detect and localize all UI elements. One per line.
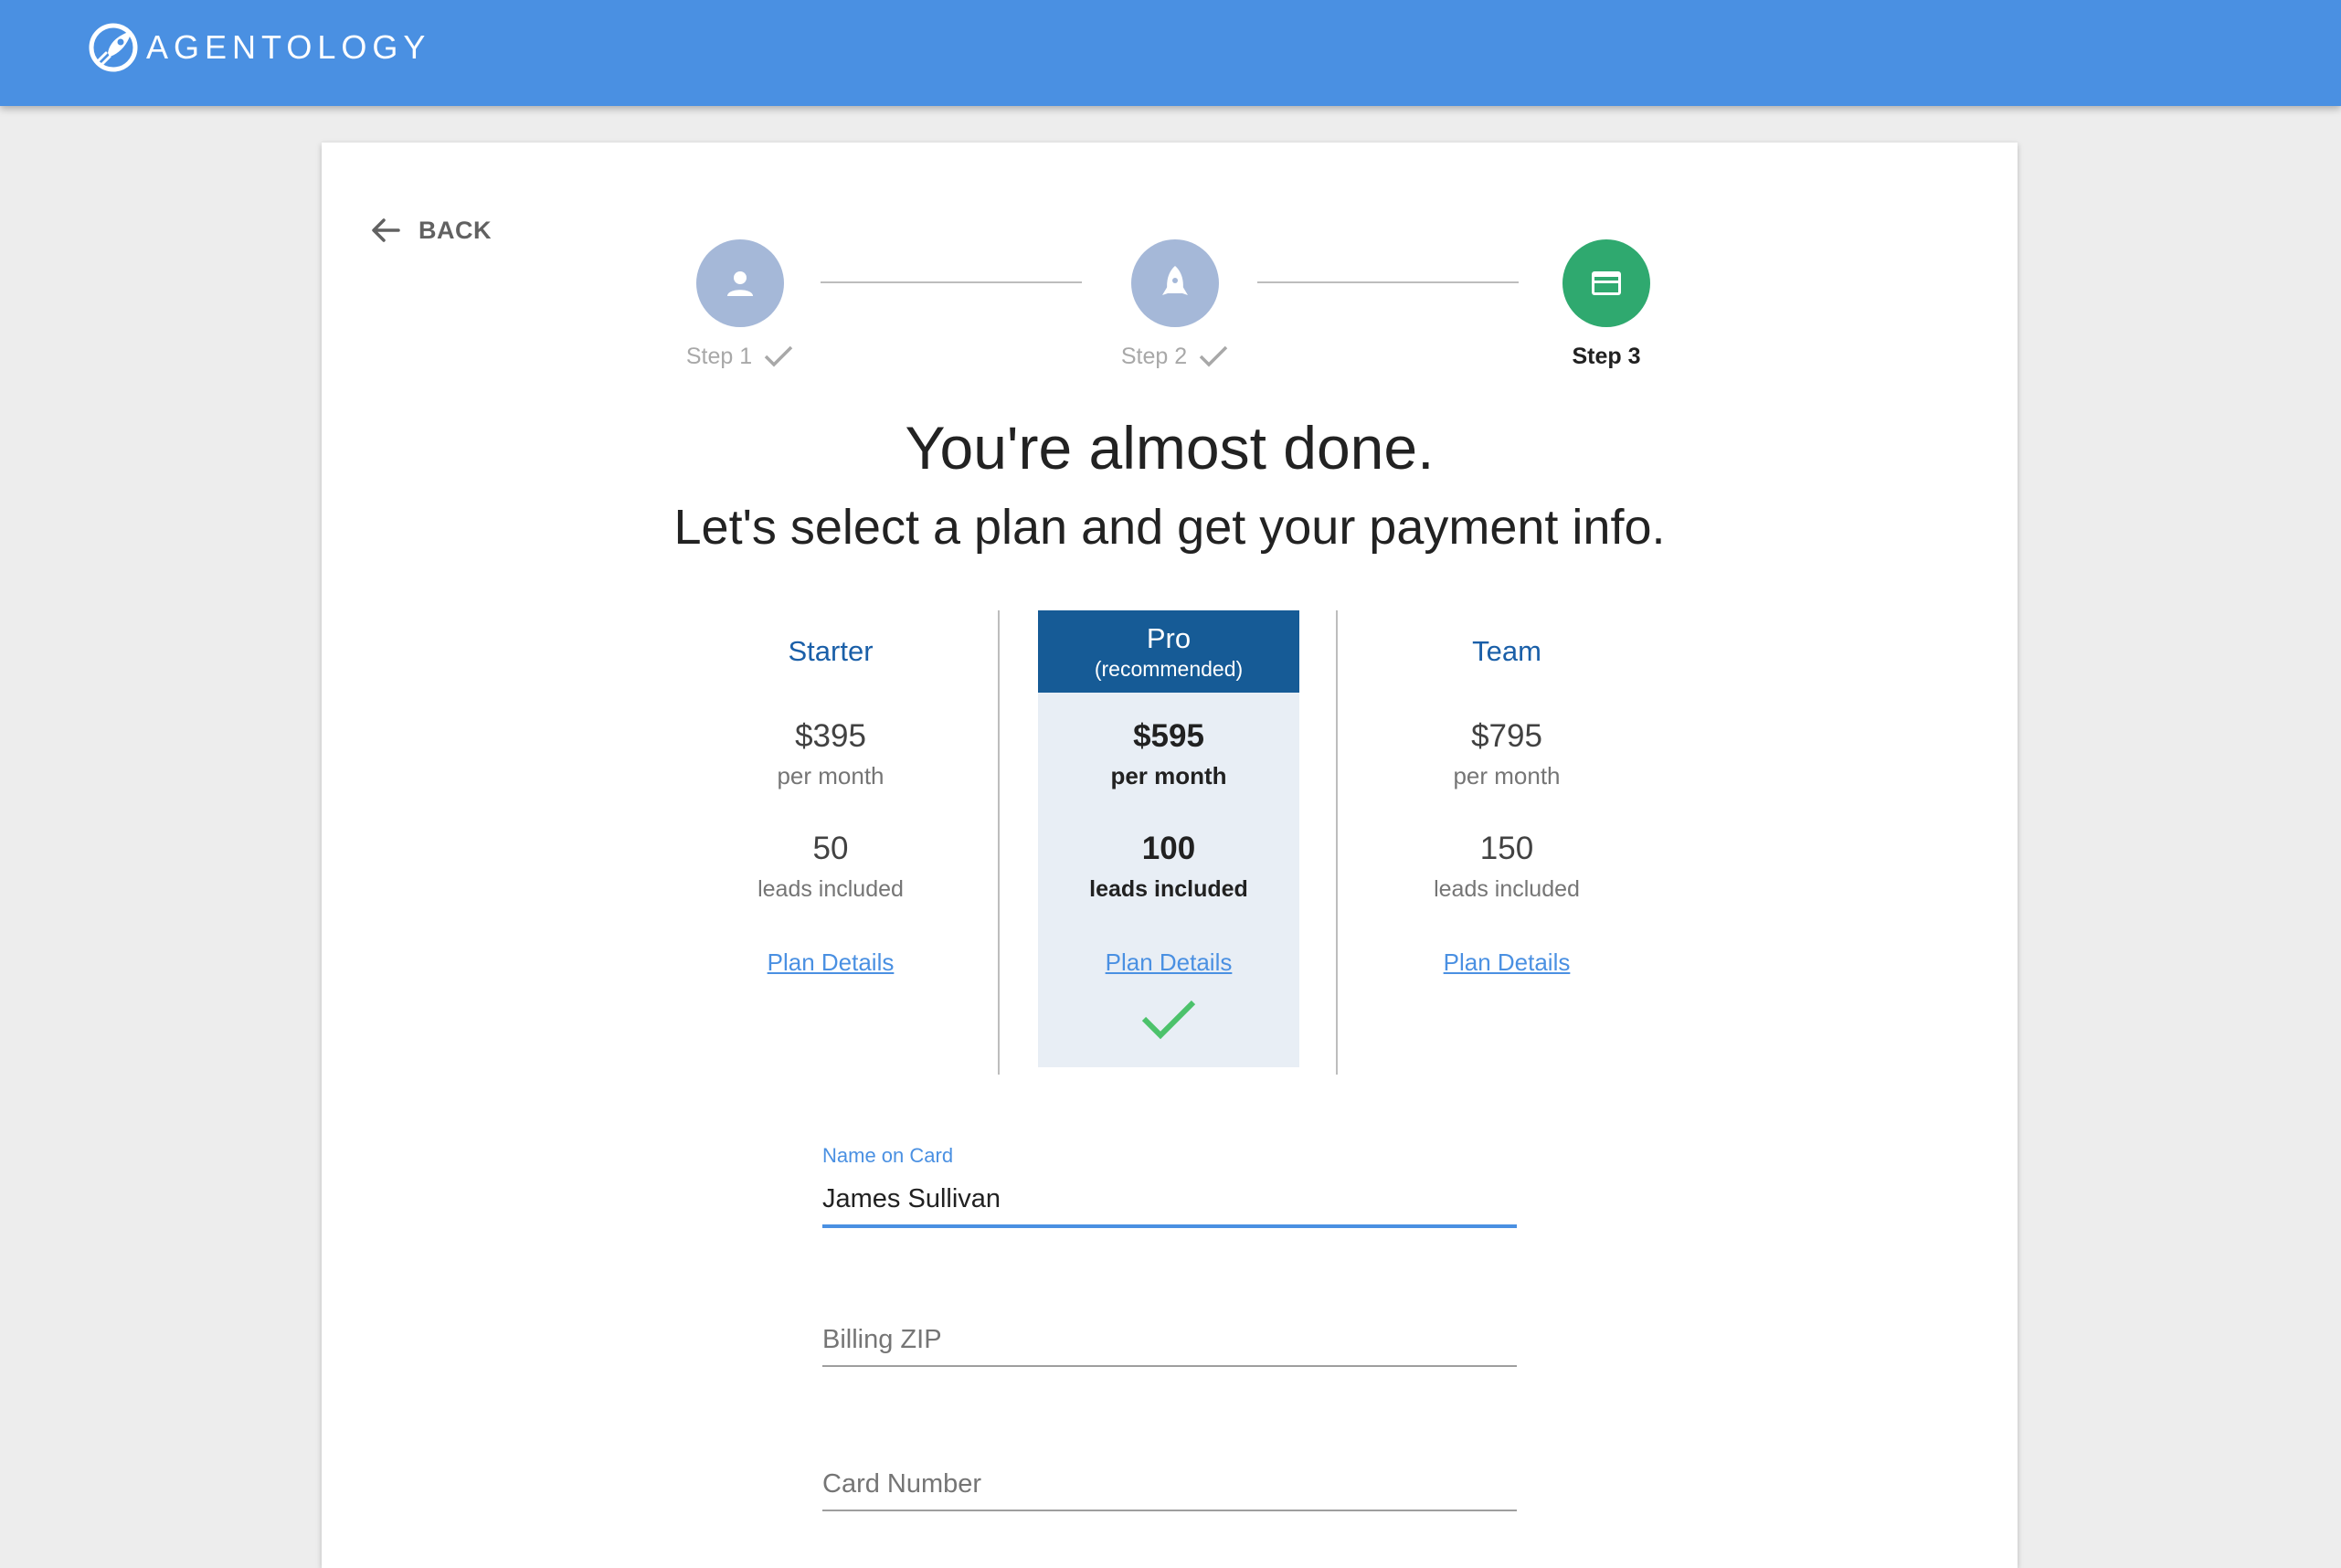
rocket-icon — [1162, 266, 1188, 295]
plan-card-starter[interactable]: Starter $395 per month 50 leads included… — [700, 610, 961, 1067]
step-1-label: Step 1 — [685, 343, 753, 369]
field-underline — [822, 1224, 1517, 1228]
plan-card-team[interactable]: Team $795 per month 150 leads included P… — [1376, 610, 1637, 1067]
name-on-card-label: Name on Card — [822, 1144, 954, 1167]
plan-name: Team — [1472, 635, 1541, 667]
plan-divider — [1336, 610, 1338, 1075]
plan-leads: 100 — [1141, 831, 1196, 866]
plan-details-link[interactable]: Plan Details — [1444, 948, 1571, 977]
name-on-card-field[interactable]: Name on Card — [822, 1144, 1517, 1228]
page-title: You're almost done. — [905, 414, 1435, 482]
plan-leads-label: leads included — [1089, 876, 1248, 902]
billing-zip-input[interactable] — [822, 1321, 1517, 1358]
billing-zip-field[interactable] — [822, 1321, 1517, 1367]
plan-period: per month — [1453, 762, 1561, 789]
plan-leads-label: leads included — [1434, 876, 1580, 902]
card-number-input[interactable] — [822, 1466, 1517, 1502]
selected-checkmark-icon — [1141, 1000, 1196, 1040]
plan-leads-label: leads included — [757, 876, 904, 902]
checkmark-icon — [1199, 345, 1228, 367]
step-connector-1 — [821, 281, 1082, 283]
plan-details-link[interactable]: Plan Details — [1106, 948, 1233, 977]
back-label: BACK — [418, 216, 492, 244]
plan-name: Pro — [1146, 621, 1192, 654]
step-1: Step 1 — [678, 239, 802, 375]
plan-leads: 150 — [1479, 831, 1534, 866]
recommended-tag: (recommended) — [1094, 656, 1244, 681]
step-2-label: Step 2 — [1120, 343, 1188, 369]
signup-card: BACK Step 1 Step 2 Step 3 You're almost … — [322, 143, 2018, 1568]
step-3-label: Step 3 — [1572, 343, 1641, 369]
rocket-logo-icon — [89, 23, 138, 72]
step-2-circle — [1131, 239, 1219, 327]
step-3: Step 3 — [1544, 239, 1668, 375]
field-underline — [822, 1365, 1517, 1367]
field-underline — [822, 1510, 1517, 1511]
plan-details-link[interactable]: Plan Details — [768, 948, 895, 977]
step-connector-2 — [1257, 281, 1519, 283]
step-1-circle — [696, 239, 784, 327]
step-2: Step 2 — [1113, 239, 1237, 375]
plan-card-pro[interactable]: Pro (recommended) $595 per month 100 lea… — [1038, 610, 1299, 1067]
card-number-field[interactable] — [822, 1466, 1517, 1511]
plan-divider — [998, 610, 1000, 1075]
credit-card-icon — [1592, 271, 1621, 295]
plan-price: $395 — [795, 718, 866, 754]
plan-period: per month — [777, 762, 884, 789]
app-bar: AGENTOLOGY — [0, 0, 2341, 106]
plan-price: $595 — [1133, 718, 1204, 754]
step-3-circle — [1562, 239, 1650, 327]
page-subtitle: Let's select a plan and get your payment… — [673, 500, 1666, 555]
plan-header-pro: Pro (recommended) — [1038, 610, 1299, 693]
person-icon — [727, 271, 753, 296]
brand-logo[interactable]: AGENTOLOGY — [86, 20, 430, 75]
checkmark-icon — [764, 345, 793, 367]
plan-period: per month — [1110, 762, 1227, 789]
back-button[interactable]: BACK — [367, 205, 492, 256]
arrow-left-icon — [372, 218, 400, 242]
plan-name: Starter — [788, 635, 874, 667]
plan-leads: 50 — [812, 831, 849, 866]
name-on-card-input[interactable] — [822, 1181, 1517, 1217]
brand-name: AGENTOLOGY — [146, 28, 431, 66]
plan-price: $795 — [1471, 718, 1542, 754]
